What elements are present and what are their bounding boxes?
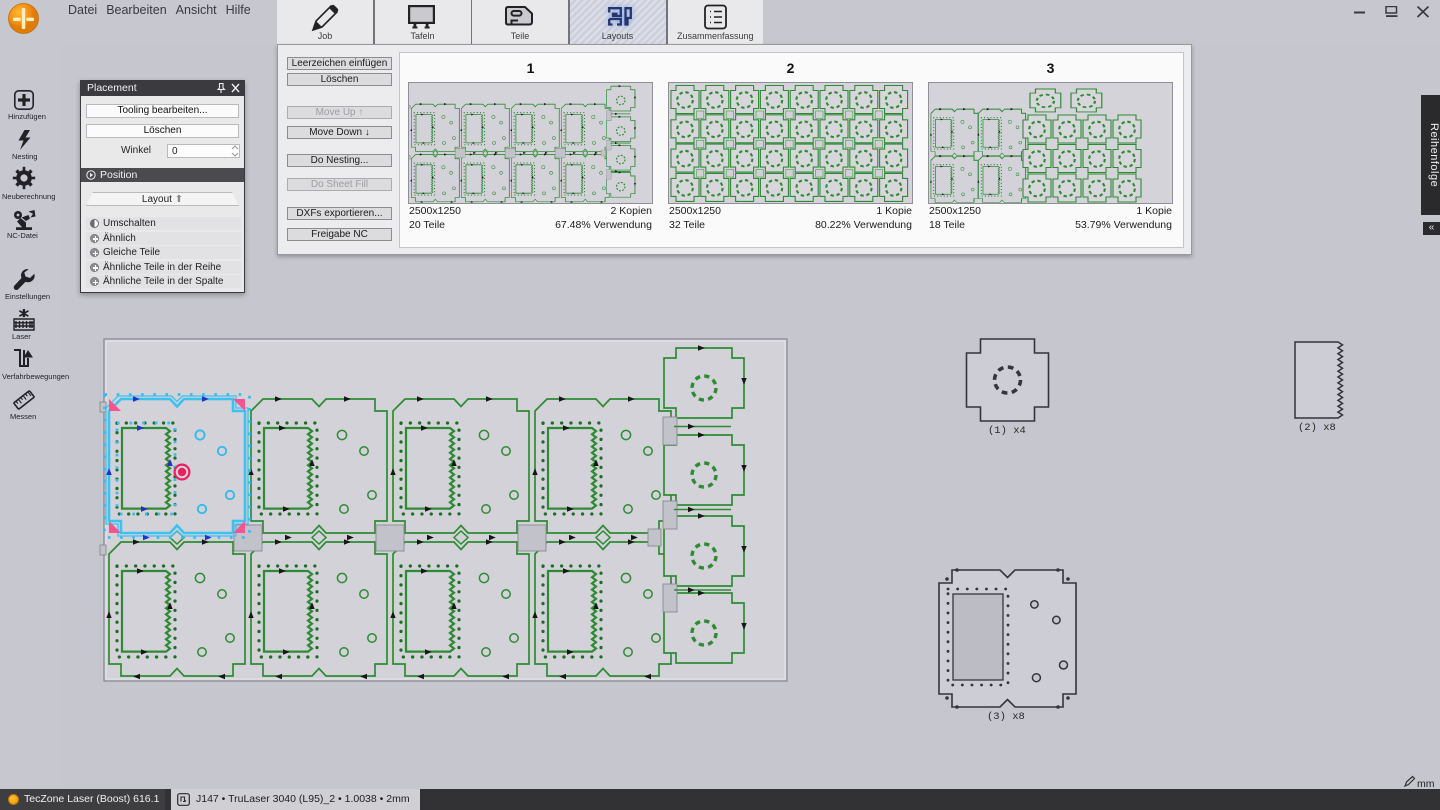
svg-text:Einstellungen: Einstellungen [5,292,50,301]
svg-text:mm: mm [1417,778,1435,789]
svg-text:Neuberechnung: Neuberechnung [2,192,55,201]
svg-text:Messen: Messen [10,412,36,421]
svg-text:Laser: Laser [12,332,31,341]
svg-text:NC-Datei: NC-Datei [7,231,38,240]
svg-text:(2) x8: (2) x8 [1298,422,1336,434]
svg-text:(1) x4: (1) x4 [988,425,1026,437]
svg-text:(3) x8: (3) x8 [987,711,1025,723]
svg-text:Hinzufügen: Hinzufügen [8,112,46,121]
svg-text:Nesting: Nesting [12,152,37,161]
